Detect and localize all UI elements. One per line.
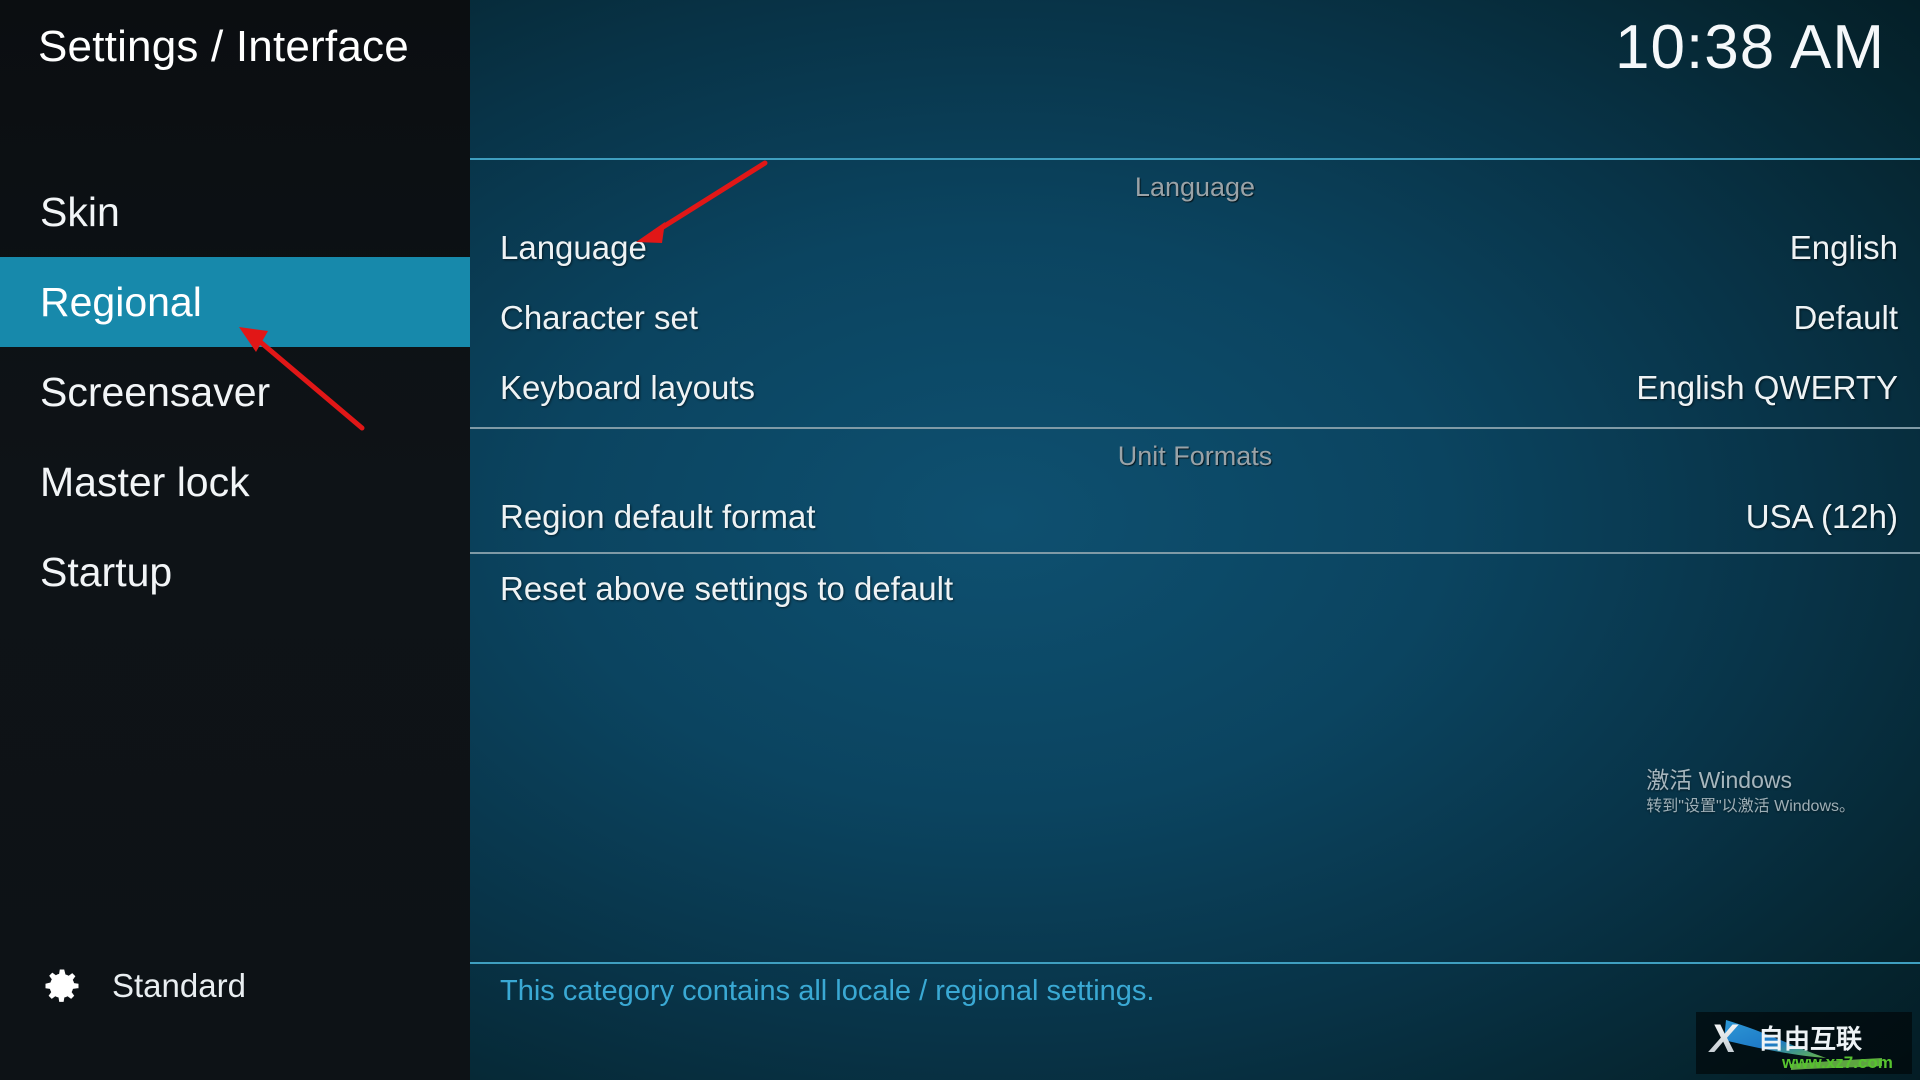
- group-header-language: Language: [1134, 172, 1256, 202]
- watermark-title: 激活 Windows: [1646, 766, 1792, 793]
- footer-divider: [470, 962, 1920, 964]
- setting-label: Character set: [500, 299, 699, 336]
- sidebar-item-label: Skin: [40, 189, 120, 235]
- setting-value: USA (12h): [1745, 498, 1898, 535]
- sidebar-item-skin[interactable]: Skin: [0, 167, 470, 257]
- setting-row-reset-to-default[interactable]: Reset above settings to default: [470, 554, 1920, 624]
- sidebar-item-label: Screensaver: [40, 369, 271, 415]
- clock: 10:38 AM: [1615, 13, 1885, 82]
- setting-value: English: [1789, 229, 1898, 266]
- category-description: This category contains all locale / regi…: [500, 975, 1155, 1007]
- logo-brand: 自由互联: [1758, 1024, 1862, 1054]
- page-title: Settings / Interface: [38, 22, 409, 71]
- settings-list: Language Language English Character set …: [470, 160, 1920, 624]
- logo-url: www.xz7.com: [1781, 1053, 1893, 1072]
- sidebar-menu: Skin Regional Screensaver Master lock St…: [0, 167, 470, 617]
- sidebar-item-startup[interactable]: Startup: [0, 527, 470, 617]
- sidebar-item-label: Regional: [40, 279, 202, 325]
- sidebar-item-regional[interactable]: Regional: [0, 257, 470, 347]
- settings-level-label: Standard: [112, 967, 246, 1004]
- setting-row-region-default-format[interactable]: Region default format USA (12h): [470, 482, 1920, 552]
- sidebar-item-screensaver[interactable]: Screensaver: [0, 347, 470, 437]
- windows-activation-watermark: 激活 Windows 转到"设置"以激活 Windows。: [1646, 767, 1855, 818]
- setting-row-keyboard-layouts[interactable]: Keyboard layouts English QWERTY: [470, 353, 1920, 423]
- kodi-settings-screen: Settings / Interface Skin Regional Scree…: [0, 0, 1920, 1080]
- setting-label: Reset above settings to default: [500, 570, 954, 607]
- settings-content: Language Language English Character set …: [470, 0, 1920, 1080]
- group-header-unit-formats: Unit Formats: [470, 427, 1920, 482]
- gear-icon: [40, 964, 84, 1008]
- sidebar-item-master-lock[interactable]: Master lock: [0, 437, 470, 527]
- setting-value: Default: [1793, 299, 1898, 336]
- setting-row-character-set[interactable]: Character set Default: [470, 283, 1920, 353]
- watermark-subtitle: 转到"设置"以激活 Windows。: [1646, 798, 1855, 816]
- setting-label: Region default format: [500, 498, 816, 535]
- settings-level-button[interactable]: Standard: [40, 964, 246, 1008]
- sidebar-item-label: Startup: [40, 549, 173, 595]
- setting-label: Language: [500, 229, 647, 266]
- sidebar-item-label: Master lock: [40, 459, 250, 505]
- logo-mark: X: [1708, 1017, 1739, 1061]
- setting-value: English QWERTY: [1636, 369, 1898, 406]
- setting-row-language[interactable]: Language English: [470, 213, 1920, 283]
- setting-label: Keyboard layouts: [500, 369, 755, 406]
- site-watermark-logo: X 自由互联 www.xz7.com: [1696, 1012, 1912, 1074]
- sidebar: Settings / Interface Skin Regional Scree…: [0, 0, 470, 1080]
